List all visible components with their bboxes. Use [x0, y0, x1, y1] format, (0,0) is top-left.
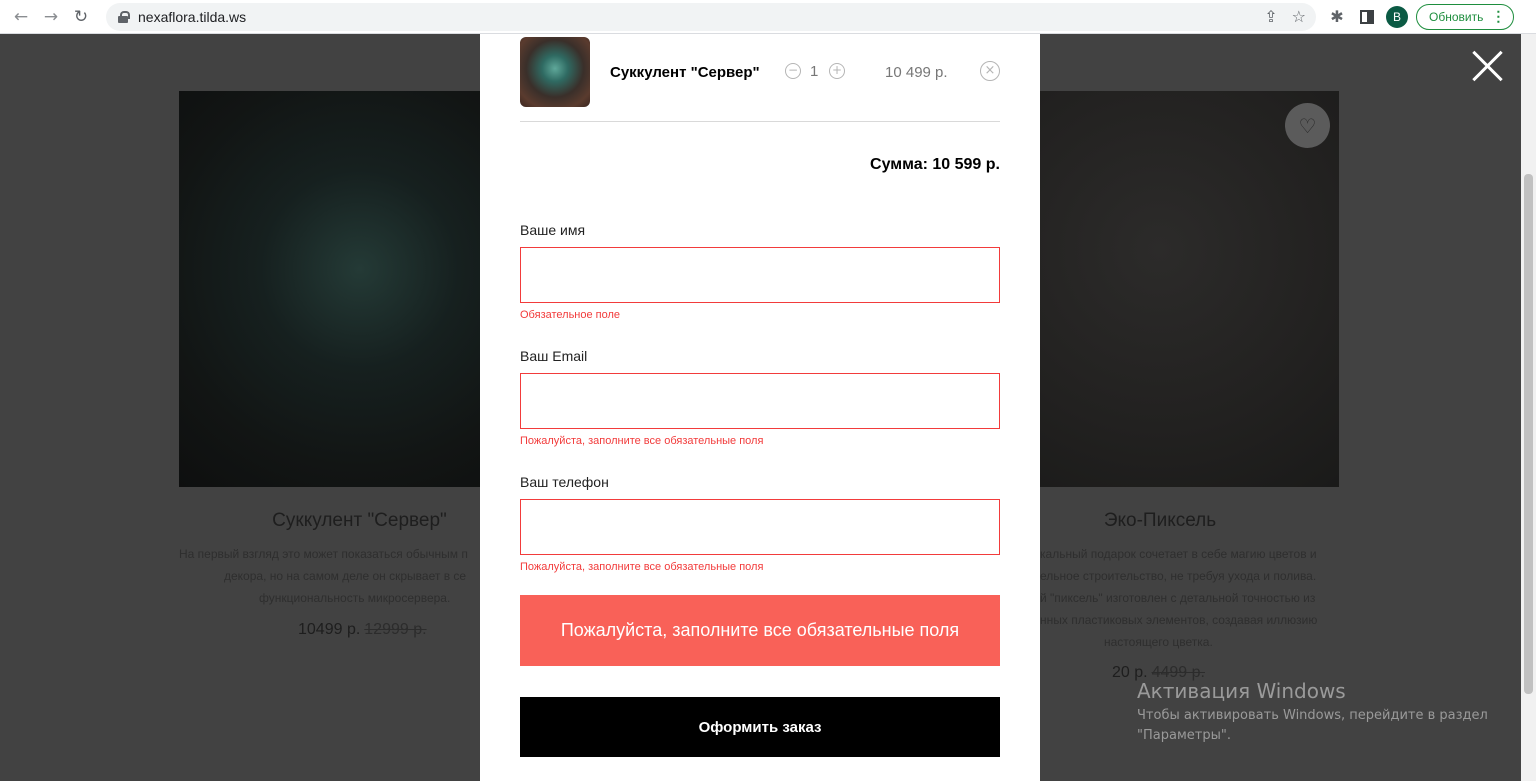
price-old: 12999 р.: [364, 621, 427, 638]
desc-line: й "пиксель" изготовлен с детальной точно…: [1040, 591, 1316, 605]
email-field[interactable]: [520, 373, 1000, 429]
product-title: Эко-Пиксель: [1103, 510, 1217, 531]
watermark-line: Чтобы активировать Windows, перейдите в …: [1137, 708, 1488, 723]
desc-line: нных пластиковых элементов, создавая илл…: [1040, 613, 1318, 627]
cart-item-name: Суккулент "Сервер": [610, 64, 760, 81]
cart-item: Суккулент "Сервер" − 1 + 10 499 р. ×: [520, 36, 1000, 122]
side-panel-icon[interactable]: [1356, 6, 1378, 28]
scrollbar-thumb[interactable]: [1524, 174, 1533, 694]
cart-modal: Суккулент "Сервер" − 1 + 10 499 р. × Сум…: [480, 34, 1040, 781]
desc-line: ельное строительство, не требуя ухода и …: [1040, 569, 1317, 583]
url-text[interactable]: nexaflora.tilda.ws: [138, 9, 246, 25]
scrollbar[interactable]: [1521, 34, 1536, 781]
product-description: На первый взгляд это может показаться об…: [179, 543, 480, 609]
watermark-line: "Параметры".: [1137, 728, 1231, 743]
name-label: Ваше имя: [520, 222, 586, 238]
email-label: Ваш Email: [520, 348, 588, 364]
browser-toolbar: ← → ↻ nexaflora.tilda.ws ⇪ ☆ ✱ B Обновит…: [0, 0, 1536, 34]
submit-order-button[interactable]: Оформить заказ: [520, 697, 1000, 757]
desc-line: кальный подарок сочетает в себе магию цв…: [1040, 547, 1317, 561]
product-price: 10499 р. 12999 р.: [298, 621, 427, 639]
cart-item-price: 10 499 р.: [885, 64, 948, 81]
lock-icon[interactable]: [118, 10, 130, 23]
price-current: 10499 р.: [298, 621, 361, 638]
cart-item-thumbnail: [520, 37, 590, 107]
forward-arrow-icon[interactable]: →: [38, 4, 64, 30]
reload-icon[interactable]: ↻: [68, 4, 94, 30]
more-icon[interactable]: ⋮: [1491, 8, 1505, 25]
cart-item-quantity: 1: [810, 63, 819, 80]
avatar[interactable]: B: [1386, 5, 1408, 28]
update-label: Обновить: [1429, 9, 1484, 24]
product-image-eco-pixel: ♡: [1040, 91, 1339, 487]
close-icon[interactable]: [1472, 50, 1504, 82]
back-arrow-icon[interactable]: ←: [8, 4, 34, 30]
phone-label: Ваш телефон: [520, 474, 609, 490]
phone-field[interactable]: [520, 499, 1000, 555]
plus-icon[interactable]: +: [829, 63, 845, 79]
name-field[interactable]: [520, 247, 1000, 303]
desc-line: настоящего цветка.: [1104, 635, 1213, 649]
desc-line: функциональность микросервера.: [259, 591, 451, 605]
extensions-icon[interactable]: ✱: [1326, 6, 1348, 28]
product-description: кальный подарок сочетает в себе магию цв…: [1040, 543, 1330, 653]
windows-activation-text: Чтобы активировать Windows, перейдите в …: [1137, 706, 1497, 746]
windows-activation-title: Активация Windows: [1137, 679, 1346, 703]
minus-icon[interactable]: −: [785, 63, 801, 79]
share-icon[interactable]: ⇪: [1264, 7, 1277, 26]
desc-line: декора, но на самом деле он скрывает в с…: [224, 569, 467, 583]
address-bar[interactable]: nexaflora.tilda.ws ⇪ ☆: [106, 2, 1316, 31]
product-image-succulent: [179, 91, 480, 487]
update-button[interactable]: Обновить ⋮: [1416, 3, 1515, 30]
heart-icon: ♡: [1285, 103, 1330, 148]
name-error: Обязательное поле: [520, 309, 621, 321]
error-banner: Пожалуйста, заполните все обязательные п…: [520, 595, 1000, 666]
star-icon[interactable]: ☆: [1292, 7, 1306, 26]
remove-item-icon[interactable]: ×: [980, 61, 1000, 81]
phone-error: Пожалуйста, заполните все обязательные п…: [520, 561, 764, 573]
cart-total: Сумма: 10 599 р.: [870, 156, 1000, 173]
email-error: Пожалуйста, заполните все обязательные п…: [520, 435, 764, 447]
desc-line: На первый взгляд это может показаться об…: [179, 547, 468, 561]
